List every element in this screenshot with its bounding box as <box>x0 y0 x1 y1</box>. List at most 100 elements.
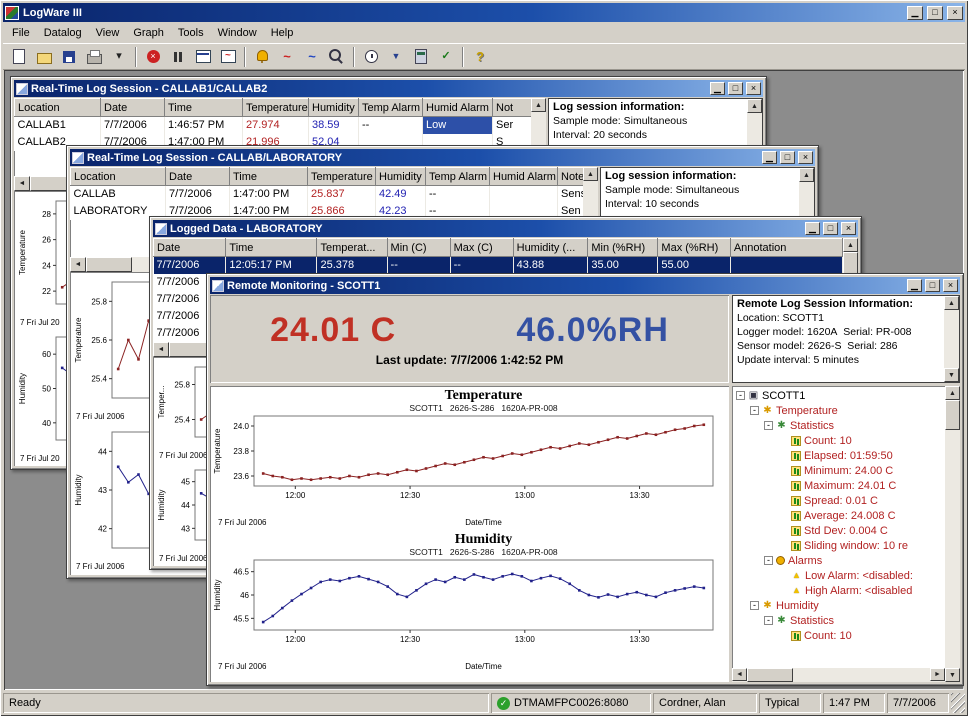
child-titlebar[interactable]: Real-Time Log Session - CALLAB/LABORATOR… <box>70 149 815 166</box>
maximize-button[interactable]: □ <box>728 82 743 95</box>
graph-blue-button[interactable] <box>300 45 324 68</box>
column-header[interactable]: Temperature <box>308 168 376 186</box>
child-titlebar[interactable]: Real-Time Log Session - CALLAB1/CALLAB2 … <box>14 80 763 97</box>
tree-item[interactable]: Std Dev: 0.004 C <box>732 523 945 538</box>
menu-item-view[interactable]: View <box>89 24 127 42</box>
help-button[interactable] <box>468 45 492 68</box>
tree-expander-icon[interactable]: - <box>764 421 773 430</box>
scroll-up-icon[interactable]: ▲ <box>799 168 814 182</box>
column-header[interactable]: Humid Alarm <box>423 99 493 117</box>
tree-item[interactable]: Count: 10 <box>732 433 945 448</box>
maximize-button[interactable]: □ <box>927 6 943 20</box>
column-header[interactable]: Time <box>230 168 308 186</box>
menu-item-window[interactable]: Window <box>211 24 264 42</box>
scroll-down-icon[interactable]: ▼ <box>945 668 960 682</box>
open-button[interactable] <box>32 45 56 68</box>
column-header[interactable]: Temp Alarm <box>359 99 423 117</box>
scrollbar-thumb[interactable] <box>86 257 132 272</box>
column-header[interactable]: Temperat... <box>317 239 387 257</box>
scroll-left-icon[interactable]: ◄ <box>732 668 747 681</box>
tree-item[interactable]: -Statistics <box>732 418 945 433</box>
column-header[interactable]: Date <box>166 168 230 186</box>
column-header[interactable]: Date <box>101 99 165 117</box>
column-header[interactable]: Not <box>493 99 532 117</box>
tree-expander-icon[interactable]: - <box>750 601 759 610</box>
column-header[interactable]: Time <box>165 99 243 117</box>
tree-item[interactable]: Count: 10 <box>732 628 945 643</box>
clock-button[interactable] <box>359 45 383 68</box>
scrollbar-thumb[interactable] <box>945 400 960 430</box>
table-row[interactable]: CALLAB7/7/20061:47:00 PM25.83742.49--Sen… <box>71 186 584 203</box>
scroll-down-icon[interactable]: ▼ <box>944 368 959 382</box>
tree-item[interactable]: Minimum: 24.00 C <box>732 463 945 478</box>
tree-item[interactable]: -SCOTT1 <box>732 388 945 403</box>
column-header[interactable]: Max (%RH) <box>658 239 730 257</box>
close-button[interactable]: × <box>943 279 958 292</box>
tree-expander-icon[interactable]: - <box>736 391 745 400</box>
column-header[interactable]: Date <box>154 239 226 257</box>
calculator-button[interactable] <box>409 45 433 68</box>
minimize-button[interactable]: ▁ <box>907 279 922 292</box>
resize-grip[interactable] <box>951 693 965 713</box>
menu-item-help[interactable]: Help <box>264 24 301 42</box>
column-header[interactable]: Min (%RH) <box>588 239 658 257</box>
tree-vertical-scrollbar[interactable]: ▲ ▼ <box>945 386 960 682</box>
tree-item[interactable]: -Humidity <box>732 598 945 613</box>
new-log-button[interactable] <box>7 45 31 68</box>
close-button[interactable]: × <box>947 6 963 20</box>
column-header[interactable]: Temp Alarm <box>426 168 490 186</box>
column-header[interactable]: Annotation <box>730 239 842 257</box>
alarm-bell-button[interactable] <box>250 45 274 68</box>
table-row[interactable]: CALLAB17/7/20061:46:57 PM27.97438.59--Lo… <box>15 117 532 134</box>
close-button[interactable]: × <box>746 82 761 95</box>
scroll-up-icon[interactable]: ▲ <box>531 98 546 112</box>
humidity-chart[interactable]: HumiditySCOTT1 2626-S-286 1620A-PR-00846… <box>210 530 721 674</box>
tree-item[interactable]: Spread: 0.01 C <box>732 493 945 508</box>
maximize-button[interactable]: □ <box>823 222 838 235</box>
column-header[interactable]: Humidity (... <box>513 239 588 257</box>
column-header[interactable]: Location <box>15 99 101 117</box>
close-button[interactable]: × <box>841 222 856 235</box>
tree-expander-icon[interactable]: - <box>764 556 773 565</box>
column-header[interactable]: Humidity <box>309 99 359 117</box>
download-button[interactable] <box>384 45 408 68</box>
close-button[interactable]: × <box>798 151 813 164</box>
tree-item[interactable]: -Statistics <box>732 613 945 628</box>
column-header[interactable]: Humid Alarm <box>490 168 558 186</box>
scroll-up-icon[interactable]: ▲ <box>747 99 762 113</box>
datalog-table-button[interactable] <box>191 45 215 68</box>
window-remote-monitoring-scott1[interactable]: Remote Monitoring - SCOTT1 ▁ □ × 24.01 C… <box>206 273 964 686</box>
minimize-button[interactable]: ▁ <box>805 222 820 235</box>
tree-item[interactable]: Elapsed: 01:59:50 <box>732 448 945 463</box>
menu-item-file[interactable]: File <box>5 24 37 42</box>
tree-expander-icon[interactable]: - <box>764 616 773 625</box>
column-header[interactable]: Humidity <box>376 168 426 186</box>
scroll-left-icon[interactable]: ◄ <box>70 257 86 272</box>
scroll-right-icon[interactable]: ► <box>930 668 945 681</box>
graph-red-button[interactable] <box>275 45 299 68</box>
menu-item-datalog[interactable]: Datalog <box>37 24 89 42</box>
scroll-up-icon[interactable]: ▲ <box>944 296 959 310</box>
column-header[interactable]: Max (C) <box>450 239 513 257</box>
tree-expander-icon[interactable]: - <box>750 406 759 415</box>
scrollbar-thumb[interactable] <box>747 668 793 682</box>
menu-item-graph[interactable]: Graph <box>126 24 171 42</box>
column-header[interactable]: Time <box>226 239 317 257</box>
main-titlebar[interactable]: LogWare III ▁ □ × <box>3 3 965 22</box>
tree-item[interactable]: High Alarm: <disabled <box>732 583 945 598</box>
column-header[interactable]: Location <box>71 168 166 186</box>
info-vertical-scrollbar[interactable]: ▲ ▼ <box>944 296 959 382</box>
stop-log-button[interactable] <box>141 45 165 68</box>
tree-item[interactable]: Maximum: 24.01 C <box>732 478 945 493</box>
pause-button[interactable] <box>166 45 190 68</box>
minimize-button[interactable]: ▁ <box>710 82 725 95</box>
tree-item[interactable]: Low Alarm: <disabled: <box>732 568 945 583</box>
table-row[interactable]: 7/7/200612:05:17 PM25.378----43.8835.005… <box>154 257 843 274</box>
child-titlebar[interactable]: Remote Monitoring - SCOTT1 ▁ □ × <box>210 277 960 294</box>
minimize-button[interactable]: ▁ <box>762 151 777 164</box>
tree-item[interactable]: -Alarms <box>732 553 945 568</box>
scroll-up-icon[interactable]: ▲ <box>945 386 960 400</box>
tree-item[interactable]: Sliding window: 10 re <box>732 538 945 553</box>
tree-horizontal-scrollbar[interactable]: ◄ ► <box>732 668 945 682</box>
save-button[interactable] <box>57 45 81 68</box>
